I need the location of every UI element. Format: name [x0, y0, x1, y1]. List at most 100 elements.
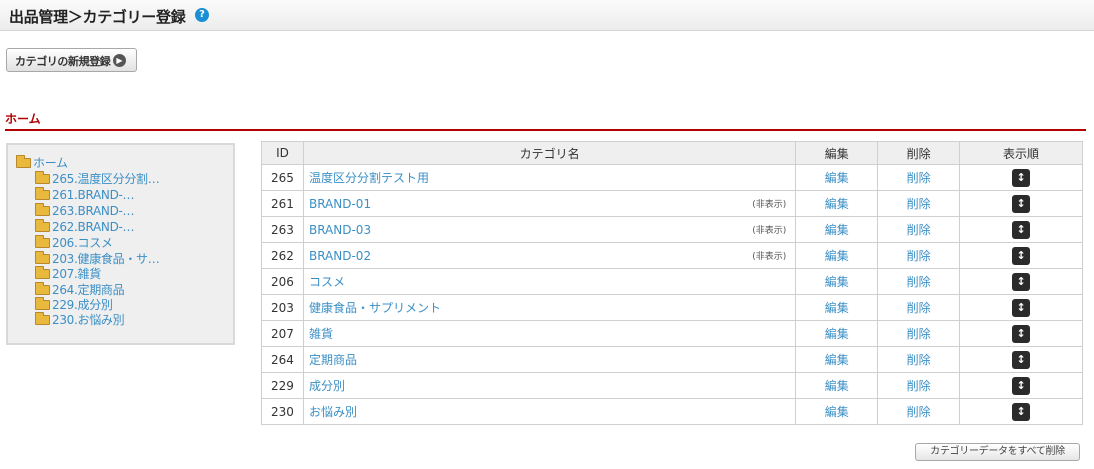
table-row: 265 温度区分分割テスト用 編集 削除 ↕ [261, 164, 1083, 191]
delete-all-button[interactable]: カテゴリーデータをすべて削除 [915, 443, 1080, 461]
category-table: ID カテゴリ名 編集 削除 表示順 265 温度区分分割テスト用 編集 削除 … [261, 141, 1083, 425]
order-cell: ↕ [959, 372, 1083, 399]
updown-arrow-icon[interactable]: ↕ [1012, 376, 1031, 395]
edit-link[interactable]: 編集 [795, 242, 879, 269]
updown-arrow-icon[interactable]: ↕ [1012, 324, 1031, 343]
folder-icon [35, 297, 50, 310]
delete-link[interactable]: 削除 [877, 268, 961, 295]
row-id: 262 [261, 242, 304, 269]
delete-link[interactable]: 削除 [877, 398, 961, 425]
category-tree: ホーム 265.温度区分分割… 261.BRAND-… 263.BRAND-… … [6, 143, 235, 345]
row-name-cell: 雑貨 [302, 320, 797, 347]
category-name-link[interactable]: お悩み別 [309, 405, 357, 419]
delete-link[interactable]: 削除 [877, 216, 961, 243]
hidden-status: (非表示) [752, 252, 787, 262]
question-circle-icon[interactable]: ? [195, 8, 209, 22]
row-name-cell: コスメ [302, 268, 797, 295]
table-row: 206 コスメ 編集 削除 ↕ [261, 268, 1083, 295]
order-cell: ↕ [959, 346, 1083, 373]
order-cell: ↕ [959, 216, 1083, 243]
delete-link[interactable]: 削除 [877, 190, 961, 217]
category-name-link[interactable]: BRAND-03 [309, 223, 371, 237]
edit-link[interactable]: 編集 [795, 294, 879, 321]
category-name-link[interactable]: 定期商品 [309, 353, 357, 367]
edit-link[interactable]: 編集 [795, 164, 879, 191]
folder-icon [35, 251, 50, 264]
table-row: 261 BRAND-01 (非表示) 編集 削除 ↕ [261, 190, 1083, 217]
row-name-cell: 温度区分分割テスト用 [302, 164, 797, 191]
row-id: 230 [261, 398, 304, 425]
edit-link[interactable]: 編集 [795, 372, 879, 399]
row-id: 203 [261, 294, 304, 321]
updown-arrow-icon[interactable]: ↕ [1012, 168, 1031, 187]
hidden-status: (非表示) [752, 226, 787, 236]
delete-link[interactable]: 削除 [877, 294, 961, 321]
category-name-link[interactable]: BRAND-02 [309, 249, 371, 263]
folder-icon [35, 171, 50, 184]
tree-node-label: 264.定期商品 [52, 283, 125, 297]
category-name-link[interactable]: 健康食品・サプリメント [309, 301, 441, 315]
updown-arrow-icon[interactable]: ↕ [1012, 350, 1031, 369]
folder-icon [35, 219, 50, 232]
folder-icon [35, 312, 50, 325]
page-header: 出品管理＞カテゴリー登録 ? [0, 0, 1094, 31]
updown-arrow-icon[interactable]: ↕ [1012, 220, 1031, 239]
category-name-link[interactable]: 温度区分分割テスト用 [309, 171, 429, 185]
table-row: 207 雑貨 編集 削除 ↕ [261, 320, 1083, 347]
breadcrumb-home[interactable]: ホーム [5, 110, 41, 127]
new-category-label: カテゴリの新規登録 [15, 55, 111, 68]
order-cell: ↕ [959, 294, 1083, 321]
category-name-link[interactable]: 成分別 [309, 379, 345, 393]
category-name-link[interactable]: コスメ [309, 275, 345, 289]
edit-link[interactable]: 編集 [795, 398, 879, 425]
updown-arrow-icon[interactable]: ↕ [1012, 246, 1031, 265]
order-cell: ↕ [959, 268, 1083, 295]
row-id: 207 [261, 320, 304, 347]
table-row: 203 健康食品・サプリメント 編集 削除 ↕ [261, 294, 1083, 321]
delete-link[interactable]: 削除 [877, 320, 961, 347]
delete-link[interactable]: 削除 [877, 372, 961, 399]
row-id: 229 [261, 372, 304, 399]
col-header-id: ID [261, 141, 304, 165]
tree-node-label: 230.お悩み別 [52, 313, 125, 327]
edit-link[interactable]: 編集 [795, 346, 879, 373]
delete-link[interactable]: 削除 [877, 242, 961, 269]
tree-node-label: 229.成分別 [52, 298, 113, 312]
tree-node-label: 203.健康食品・サ… [52, 252, 160, 266]
row-name-cell: 健康食品・サプリメント [302, 294, 797, 321]
edit-link[interactable]: 編集 [795, 190, 879, 217]
folder-icon [35, 235, 50, 248]
new-category-button[interactable]: カテゴリの新規登録 ▶ [6, 48, 137, 72]
order-cell: ↕ [959, 398, 1083, 425]
folder-icon [35, 187, 50, 200]
edit-link[interactable]: 編集 [795, 216, 879, 243]
edit-link[interactable]: 編集 [795, 268, 879, 295]
order-cell: ↕ [959, 320, 1083, 347]
updown-arrow-icon[interactable]: ↕ [1012, 402, 1031, 421]
delete-link[interactable]: 削除 [877, 346, 961, 373]
col-header-edit: 編集 [795, 141, 879, 165]
category-name-link[interactable]: BRAND-01 [309, 197, 371, 211]
tree-node-label: 262.BRAND-… [52, 220, 135, 234]
col-header-order: 表示順 [959, 141, 1083, 165]
updown-arrow-icon[interactable]: ↕ [1012, 298, 1031, 317]
table-row: 229 成分別 編集 削除 ↕ [261, 372, 1083, 399]
category-name-link[interactable]: 雑貨 [309, 327, 333, 341]
row-id: 265 [261, 164, 304, 191]
tree-node-label: 261.BRAND-… [52, 188, 135, 202]
updown-arrow-icon[interactable]: ↕ [1012, 272, 1031, 291]
row-id: 261 [261, 190, 304, 217]
updown-arrow-icon[interactable]: ↕ [1012, 194, 1031, 213]
tree-node-label: ホーム [33, 156, 68, 170]
table-header-row: ID カテゴリ名 編集 削除 表示順 [261, 141, 1083, 165]
folder-icon [16, 155, 31, 168]
tree-node-label: 263.BRAND-… [52, 204, 135, 218]
section-divider [5, 129, 1086, 131]
tree-node-label: 206.コスメ [52, 236, 113, 250]
table-row: 262 BRAND-02 (非表示) 編集 削除 ↕ [261, 242, 1083, 269]
row-id: 206 [261, 268, 304, 295]
edit-link[interactable]: 編集 [795, 320, 879, 347]
row-id: 264 [261, 346, 304, 373]
table-row: 263 BRAND-03 (非表示) 編集 削除 ↕ [261, 216, 1083, 243]
delete-link[interactable]: 削除 [877, 164, 961, 191]
